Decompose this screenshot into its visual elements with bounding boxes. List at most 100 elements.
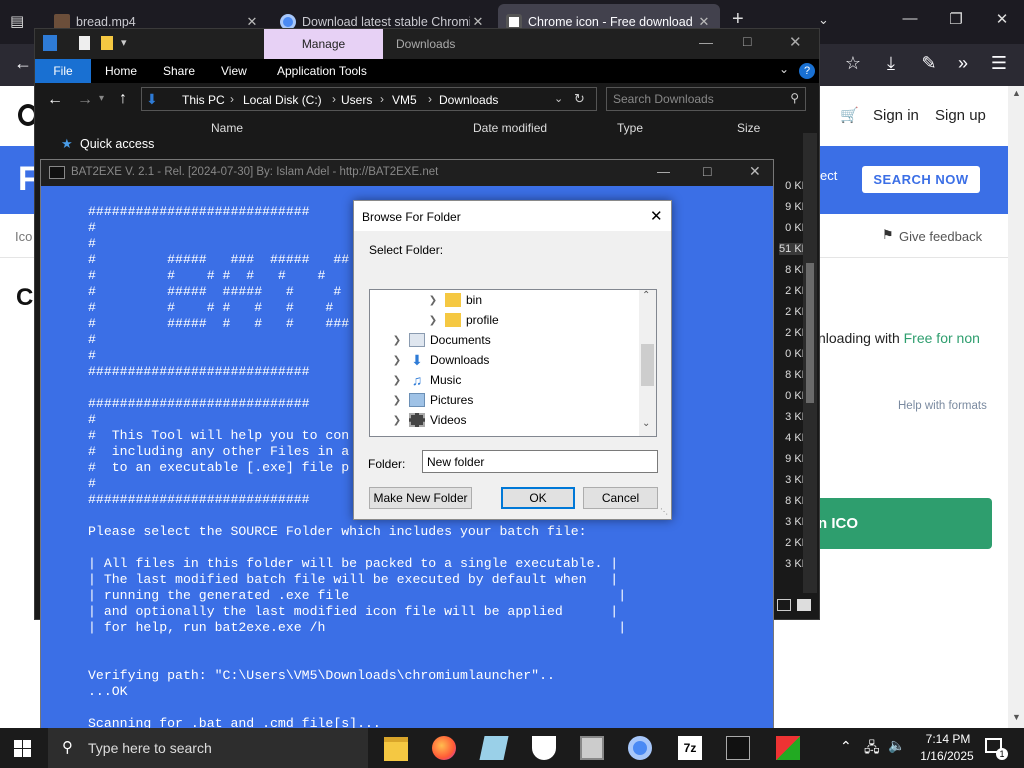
terminal-taskbar-icon[interactable]	[726, 736, 750, 760]
tree-scroll-up-icon[interactable]: ⌃	[642, 290, 650, 301]
clock-time[interactable]: 7:14 PM	[920, 732, 976, 746]
expand-chevron-icon[interactable]: ❯	[426, 315, 440, 326]
explorer-maximize-icon[interactable]: □	[743, 33, 751, 49]
column-name[interactable]: Name	[211, 121, 243, 135]
tree-item-documents[interactable]: ❯ Documents	[390, 330, 491, 350]
folder-name-input[interactable]	[422, 450, 658, 473]
ribbon-tab-share[interactable]: Share	[153, 59, 205, 83]
breadcrumb-vm5[interactable]: VM5	[392, 93, 417, 107]
free-for-non-link[interactable]: Free for non	[904, 330, 980, 346]
start-button[interactable]	[14, 740, 31, 757]
breadcrumb[interactable]: Ico	[15, 229, 32, 244]
refresh-icon[interactable]: ↻	[574, 91, 585, 107]
tab-list-icon[interactable]: ▤	[10, 12, 24, 30]
recent-locations-icon[interactable]: ▾	[99, 93, 104, 104]
breadcrumb-local-disk[interactable]: Local Disk (C:)	[243, 93, 322, 107]
taskbar-search-box[interactable]: ⚲ Type here to search	[48, 728, 368, 768]
make-new-folder-button[interactable]: Make New Folder	[369, 487, 472, 509]
details-view-icon[interactable]	[777, 599, 791, 611]
scroll-down-icon[interactable]: ▼	[1012, 712, 1021, 722]
bookmark-star-icon[interactable]: ☆	[842, 53, 864, 74]
more-tools-icon[interactable]: »	[952, 53, 974, 74]
new-folder-icon[interactable]	[101, 36, 113, 50]
network-taskbar-icon[interactable]	[580, 736, 604, 760]
column-type[interactable]: Type	[617, 121, 643, 135]
ribbon-tab-view[interactable]: View	[211, 59, 257, 83]
7zip-taskbar-icon[interactable]: 7z	[678, 736, 702, 760]
explorer-close-icon[interactable]: ✕	[789, 33, 802, 51]
tree-scroll-down-icon[interactable]: ⌄	[642, 418, 650, 429]
file-explorer-taskbar-icon[interactable]	[384, 737, 408, 761]
ribbon-tab-file[interactable]: File	[35, 59, 91, 83]
security-taskbar-icon[interactable]	[532, 736, 556, 760]
ribbon-tab-application-tools[interactable]: Application Tools	[267, 59, 377, 83]
download-ico-button[interactable]: n ICO	[800, 498, 992, 549]
restore-icon[interactable]: ❐	[946, 10, 966, 28]
clock-date[interactable]: 1/16/2025	[914, 749, 980, 763]
breadcrumb-users[interactable]: Users	[341, 93, 372, 107]
tree-scrollbar[interactable]: ⌃ ⌄	[639, 290, 656, 436]
ribbon-expand-icon[interactable]: ⌄	[779, 62, 789, 76]
explorer-minimize-icon[interactable]: —	[699, 34, 713, 50]
extensions-icon[interactable]: ✎	[918, 53, 940, 74]
give-feedback-link[interactable]: Give feedback	[899, 229, 982, 244]
chromium-taskbar-icon[interactable]	[628, 736, 652, 760]
console-close-icon[interactable]: ✕	[749, 163, 761, 180]
tree-item-pictures[interactable]: ❯ Pictures	[390, 390, 473, 410]
folder-tree[interactable]: ❯ bin ❯ profile ❯ Documents ❯ ⬇ Download…	[369, 289, 657, 437]
expand-chevron-icon[interactable]: ❯	[390, 375, 404, 386]
expand-chevron-icon[interactable]: ❯	[426, 295, 440, 306]
quick-access-toolbar-icon[interactable]	[43, 35, 57, 51]
expand-chevron-icon[interactable]: ❯	[390, 335, 404, 346]
firefox-taskbar-icon[interactable]	[432, 736, 456, 760]
notepad-taskbar-icon[interactable]	[479, 736, 509, 760]
minimize-icon[interactable]: —	[900, 10, 920, 27]
console-minimize-icon[interactable]: —	[657, 164, 670, 179]
downloads-icon[interactable]: ⤓	[880, 53, 902, 74]
tree-item-downloads[interactable]: ❯ ⬇ Downloads	[390, 350, 490, 370]
help-with-formats-link[interactable]: Help with formats	[898, 400, 987, 412]
tree-item-music[interactable]: ❯ ♫ Music	[390, 370, 462, 390]
up-icon[interactable]: ↑	[119, 90, 127, 108]
explorer-forward-icon[interactable]: →	[77, 91, 93, 109]
quick-access-item[interactable]: Quick access	[80, 137, 154, 151]
customize-toolbar-icon[interactable]: ▾	[121, 36, 127, 49]
cart-icon[interactable]: 🛒	[840, 106, 859, 124]
explorer-scrollbar[interactable]	[803, 133, 817, 593]
expand-chevron-icon[interactable]: ❯	[390, 395, 404, 406]
tree-item-profile[interactable]: ❯ profile	[426, 310, 499, 330]
cancel-button[interactable]: Cancel	[583, 487, 658, 509]
sign-up-link[interactable]: Sign up	[935, 107, 986, 124]
ribbon-tab-home[interactable]: Home	[95, 59, 147, 83]
address-dropdown-icon[interactable]: ⌄	[554, 92, 563, 105]
large-icons-view-icon[interactable]	[797, 599, 811, 611]
resize-grip-icon[interactable]: ⋱	[660, 507, 668, 516]
tab-overflow-icon[interactable]: ⌄	[818, 12, 829, 28]
console-maximize-icon[interactable]: □	[703, 163, 711, 179]
network-icon[interactable]: 🖧	[864, 737, 880, 761]
tree-item-videos[interactable]: ❯ Videos	[390, 410, 466, 430]
tree-scroll-thumb[interactable]	[641, 344, 654, 386]
properties-icon[interactable]	[79, 36, 90, 50]
tree-item-bin[interactable]: ❯ bin	[426, 290, 482, 310]
address-bar[interactable]: ⬇ This PC › Local Disk (C:) › Users › VM…	[141, 87, 597, 111]
volume-icon[interactable]: 🔈	[888, 737, 905, 754]
column-date-modified[interactable]: Date modified	[473, 121, 547, 135]
ok-button[interactable]: OK	[501, 487, 575, 509]
show-hidden-icons-icon[interactable]: ⌃	[840, 738, 852, 755]
scroll-up-icon[interactable]: ▲	[1012, 88, 1021, 98]
dialog-close-icon[interactable]: ✕	[650, 207, 663, 225]
explorer-back-icon[interactable]: ←	[47, 91, 63, 109]
expand-chevron-icon[interactable]: ❯	[390, 415, 404, 426]
sign-in-link[interactable]: Sign in	[873, 107, 919, 124]
explorer-scroll-thumb[interactable]	[806, 263, 814, 403]
manage-tab[interactable]: Manage	[264, 29, 383, 59]
menu-icon[interactable]: ☰	[988, 53, 1010, 74]
close-window-icon[interactable]: ✕	[992, 10, 1012, 28]
expand-chevron-icon[interactable]: ❯	[390, 355, 404, 366]
breadcrumb-this-pc[interactable]: This PC	[182, 93, 225, 107]
bat2exe-taskbar-icon[interactable]	[776, 736, 800, 760]
help-icon[interactable]: ?	[799, 63, 815, 79]
search-now-button[interactable]: SEARCH NOW	[862, 166, 980, 193]
breadcrumb-downloads[interactable]: Downloads	[439, 93, 498, 107]
